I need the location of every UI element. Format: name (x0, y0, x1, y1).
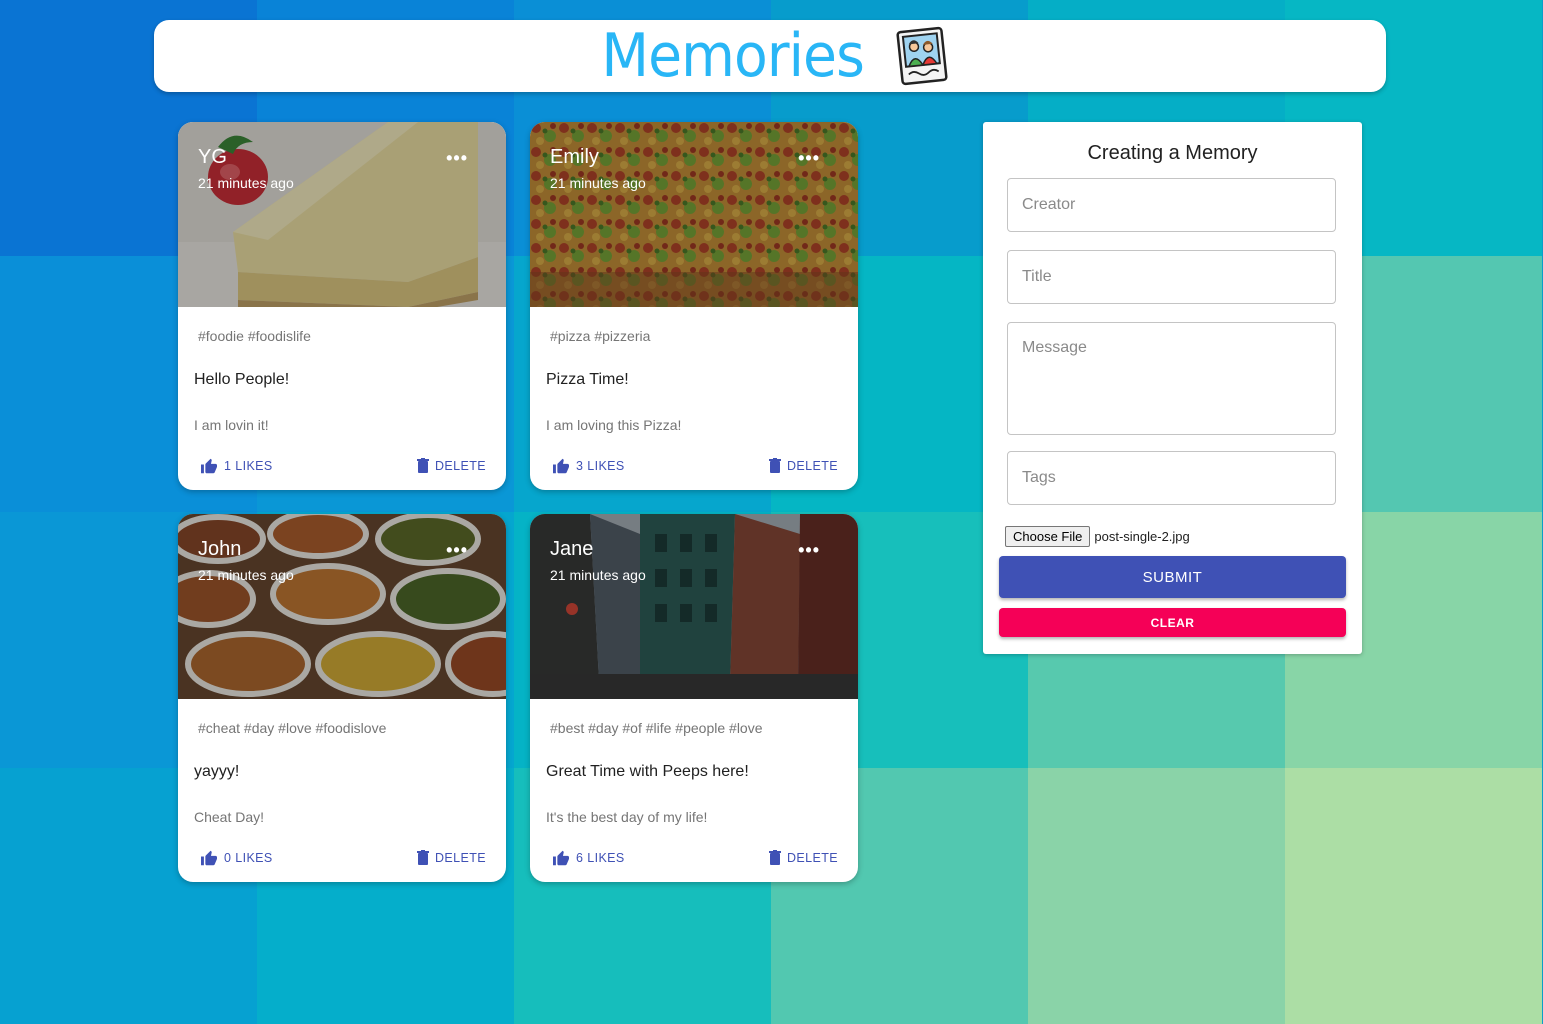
trash-icon (416, 850, 429, 865)
tags-field[interactable] (1007, 451, 1336, 505)
post-time: 21 minutes ago (550, 175, 646, 191)
polaroid-photo-icon (896, 26, 948, 86)
post-image-cheesecake: YG 21 minutes ago ••• (178, 122, 506, 307)
post-message: Cheat Day! (194, 809, 265, 825)
post-image-pizza: Emily 21 minutes ago ••• (530, 122, 858, 307)
post-title: yayyy! (194, 763, 240, 780)
choose-file-button[interactable]: Choose File (1005, 526, 1091, 547)
thumb-up-icon (201, 850, 217, 866)
post-tags: #foodie #foodislife (198, 328, 311, 344)
clear-button[interactable]: CLEAR (999, 608, 1346, 637)
delete-label: DELETE (786, 458, 838, 473)
post-time: 21 minutes ago (198, 567, 294, 583)
post-title: Pizza Time! (546, 371, 629, 388)
post-tags: #best #day #of #life #people #love (550, 720, 763, 736)
title-field[interactable] (1007, 250, 1336, 304)
more-options-icon[interactable]: ••• (446, 540, 468, 561)
like-count: 6 LIKES (576, 851, 625, 865)
like-button[interactable]: 1 LIKES (200, 458, 273, 474)
like-button[interactable]: 3 LIKES (552, 458, 625, 474)
like-count: 0 LIKES (224, 851, 273, 865)
delete-label: DELETE (434, 850, 486, 865)
post-card: YG 21 minutes ago ••• #foodie #foodislif… (178, 122, 506, 490)
memory-form: Creating a Memory Choose File post-singl… (983, 122, 1362, 654)
delete-label: DELETE (434, 458, 486, 473)
post-image-street-buildings: Jane 21 minutes ago ••• (530, 514, 858, 699)
like-count: 1 LIKES (224, 459, 273, 473)
selected-file-name: post-single-2.jpg (1094, 529, 1190, 544)
background-tile (1285, 768, 1542, 1024)
post-creator: Jane (550, 538, 594, 560)
like-button[interactable]: 6 LIKES (552, 850, 625, 866)
background-tile (1028, 768, 1285, 1024)
creator-field[interactable] (1007, 178, 1336, 232)
post-time: 21 minutes ago (198, 175, 294, 191)
submit-button[interactable]: SUBMIT (999, 556, 1346, 598)
creator-input[interactable] (1008, 179, 1335, 231)
trash-icon (768, 850, 781, 865)
message-field[interactable] (1007, 322, 1336, 435)
post-creator: YG (198, 146, 227, 168)
thumb-up-icon (553, 850, 569, 866)
delete-button[interactable]: DELETE (768, 458, 838, 473)
post-tags: #cheat #day #love #foodislove (198, 720, 387, 736)
post-creator: John (198, 538, 242, 560)
post-message: I am lovin it! (194, 417, 269, 433)
form-title: Creating a Memory (1087, 142, 1258, 164)
more-options-icon[interactable]: ••• (798, 540, 820, 561)
like-count: 3 LIKES (576, 459, 625, 473)
delete-button[interactable]: DELETE (416, 458, 486, 473)
delete-button[interactable]: DELETE (416, 850, 486, 865)
post-time: 21 minutes ago (550, 567, 646, 583)
more-options-icon[interactable]: ••• (798, 148, 820, 169)
tags-input[interactable] (1008, 452, 1335, 504)
post-creator: Emily (550, 146, 599, 168)
post-card: John 21 minutes ago ••• #cheat #day #lov… (178, 514, 506, 882)
post-message: I am loving this Pizza! (546, 417, 682, 433)
trash-icon (768, 458, 781, 473)
delete-button[interactable]: DELETE (768, 850, 838, 865)
post-image-food-bowls: John 21 minutes ago ••• (178, 514, 506, 699)
title-input[interactable] (1008, 251, 1335, 303)
trash-icon (416, 458, 429, 473)
app-title: Memories (601, 21, 865, 91)
post-title: Great Time with Peeps here! (546, 763, 749, 780)
post-card: Jane 21 minutes ago ••• #best #day #of #… (530, 514, 858, 882)
like-button[interactable]: 0 LIKES (200, 850, 273, 866)
post-title: Hello People! (194, 371, 290, 388)
thumb-up-icon (553, 458, 569, 474)
thumb-up-icon (201, 458, 217, 474)
post-message: It's the best day of my life! (546, 809, 708, 825)
post-tags: #pizza #pizzeria (550, 328, 651, 344)
app-bar: Memories (154, 20, 1386, 92)
more-options-icon[interactable]: ••• (446, 148, 468, 169)
post-card: Emily 21 minutes ago ••• #pizza #pizzeri… (530, 122, 858, 490)
file-picker: Choose File post-single-2.jpg (1005, 526, 1190, 547)
delete-label: DELETE (786, 850, 838, 865)
message-input[interactable] (1008, 323, 1335, 434)
